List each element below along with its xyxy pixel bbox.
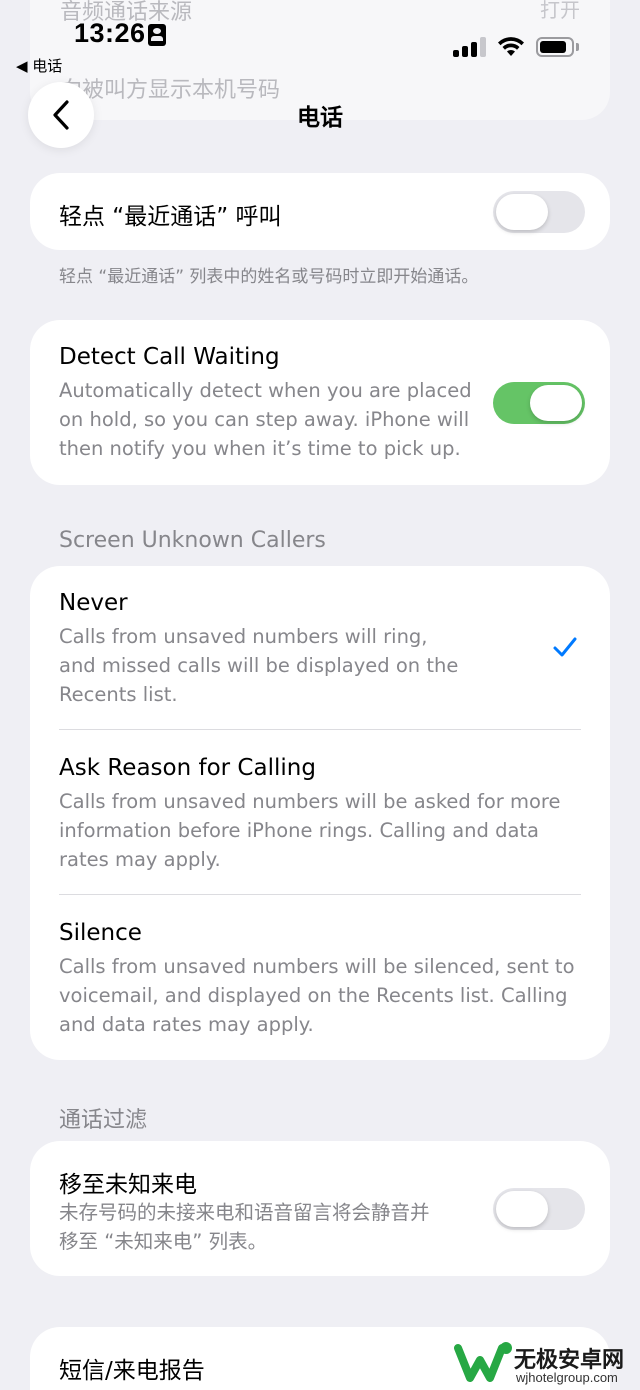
page-title: 电话 (297, 105, 343, 131)
settings-screen: 音频通话来源 打开 向被叫方显示本机号码 13:26 ◀ 电话 电话 轻点 “最… (0, 0, 640, 1390)
divider (59, 729, 581, 730)
cellular-signal-icon (453, 37, 487, 57)
option-silence-desc-line2: voicemail, and displayed on the Recents … (59, 984, 568, 1007)
option-never-desc-line3: Recents list. (59, 683, 178, 706)
battery-nub-icon (576, 43, 579, 51)
option-never-desc-line1: Calls from unsaved numbers will ring, (59, 625, 428, 648)
tap-recents-row: 轻点 “最近通话” 呼叫 (30, 173, 610, 250)
option-silence-desc-line1: Calls from unsaved numbers will be silen… (59, 955, 575, 978)
watermark: 无极安卓网 wjhotelgroup.com (452, 1336, 640, 1390)
move-to-unknown-desc-line2: 移至 “未知来电” 列表。 (59, 1230, 268, 1253)
tap-recents-footnote: 轻点 “最近通话” 列表中的姓名或号码时立即开始通话。 (59, 267, 479, 287)
screen-unknown-callers-group: Never Calls from unsaved numbers will ri… (30, 566, 610, 1060)
detect-call-waiting-row: Detect Call Waiting Automatically detect… (30, 320, 610, 485)
checkmark-icon (553, 637, 577, 657)
option-ask-reason-desc-line2: information before iPhone rings. Calling… (59, 819, 540, 842)
site-logo-icon (454, 1342, 512, 1382)
move-to-unknown-row: 移至未知来电 未存号码的未接来电和语音留言将会静音并 移至 “未知来电” 列表。 (30, 1141, 610, 1276)
detect-call-waiting-desc-line2: on hold, so you can step away. iPhone wi… (59, 408, 470, 431)
option-silence-desc-line3: and data rates may apply. (59, 1013, 314, 1036)
focus-contact-icon (148, 24, 166, 46)
battery-icon (536, 37, 574, 57)
status-time: 13:26 (74, 18, 146, 48)
detect-call-waiting-desc-line1: Automatically detect when you are placed (59, 379, 472, 402)
detect-call-waiting-desc-line3: then notify you when it’s time to pick u… (59, 437, 461, 460)
ghost-row-audio-value: 打开 (540, 0, 580, 22)
move-to-unknown-desc-line1: 未存号码的未接来电和语音留言将会静音并 (59, 1201, 430, 1224)
option-never-title: Never (59, 590, 128, 616)
wifi-icon (498, 37, 524, 56)
option-ask-reason-title: Ask Reason for Calling (59, 755, 316, 781)
sms-call-report-title: 短信/来电报告 (59, 1358, 205, 1384)
option-never-desc-line2: and missed calls will be displayed on th… (59, 654, 459, 677)
option-ask-reason-desc-line3: rates may apply. (59, 848, 221, 871)
watermark-url: wjhotelgroup.com (516, 1370, 618, 1385)
detect-call-waiting-title: Detect Call Waiting (59, 344, 280, 370)
move-to-unknown-toggle[interactable] (493, 1188, 585, 1230)
divider (59, 894, 581, 895)
back-to-app-link[interactable]: ◀ 电话 (16, 55, 62, 76)
move-to-unknown-title: 移至未知来电 (59, 1172, 197, 1198)
detect-call-waiting-toggle[interactable] (493, 382, 585, 424)
tap-recents-toggle[interactable] (493, 191, 585, 233)
option-silence-title: Silence (59, 920, 142, 946)
option-ask-reason-desc-line1: Calls from unsaved numbers will be asked… (59, 790, 561, 813)
screen-unknown-callers-header: Screen Unknown Callers (59, 528, 326, 553)
tap-recents-label: 轻点 “最近通话” 呼叫 (59, 204, 282, 230)
call-filter-header: 通话过滤 (59, 1108, 148, 1133)
